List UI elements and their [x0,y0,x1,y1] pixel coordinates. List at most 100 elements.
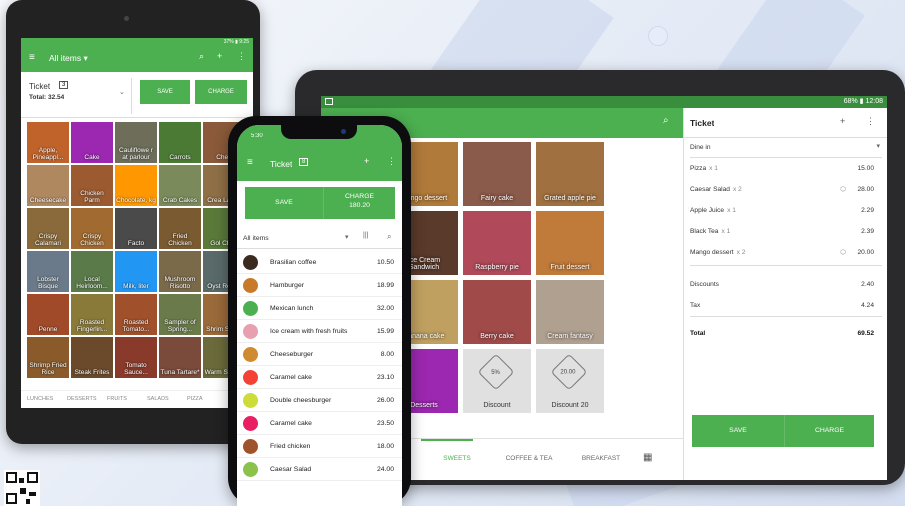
product-tile[interactable]: Fairy cake [463,142,531,206]
menu-icon[interactable]: ≡ [247,157,253,168]
save-button[interactable]: SAVE [140,80,190,104]
item-tile[interactable]: Cauliflowe r at parlour [115,122,157,163]
product-tile-label: Fairy cake [480,195,514,202]
list-item[interactable]: Fried chicken 18.00 [237,435,402,458]
total-row: Total 69.52 [690,330,874,337]
item-tile[interactable]: Local Heirloom... [71,251,113,292]
item-tile[interactable]: Crispy Chicken [71,208,113,249]
save-button[interactable]: SAVE [245,187,323,219]
item-tile[interactable]: Carrots [159,122,201,163]
image-icon [325,98,333,105]
item-tile-label: Sampler of Spring... [164,319,196,333]
item-tile[interactable]: Facto [115,208,157,249]
item-tile[interactable]: Roasted Fingerlin... [71,294,113,335]
list-item[interactable]: Ice cream with fresh fruits 15.99 [237,320,402,343]
phone: 5:30 ≡ Ticket 8 + ⋮ SAVE CHARGE 180.20 A… [228,116,411,506]
charge-button[interactable]: CHARGE [784,415,874,447]
item-name: Hamburger [270,282,304,289]
list-item[interactable]: Caramel cake 23.50 [237,412,402,435]
ticket-line-item[interactable]: Caesar Salad x 2 28.00 ⬡ [690,186,874,193]
list-item[interactable]: Brasilian coffee 10.50 [237,251,402,274]
more-icon[interactable]: ⋮ [237,51,246,62]
search-icon[interactable]: ⌕ [387,232,391,242]
item-price: 24.00 [376,466,394,473]
barcode-scan-icon[interactable]: ||| [363,232,368,239]
item-tile[interactable]: Chocolate, kg [115,165,157,206]
category-tab[interactable]: FRUITS [107,396,127,402]
item-tile[interactable]: Roasted Tomato... [115,294,157,335]
item-tile[interactable]: Sampler of Spring... [159,294,201,335]
item-tile[interactable]: Steak Frites [71,337,113,378]
more-icon[interactable]: ⋮ [387,156,396,167]
item-tile-label: Cheesecake [29,197,67,204]
more-icon[interactable]: ⋮ [866,116,875,127]
items-filter[interactable]: All items [243,235,269,242]
list-item[interactable]: Hamburger 18.99 [237,274,402,297]
product-tile[interactable]: 5% Discount [463,349,531,413]
category-tab[interactable]: LUNCHES [27,396,53,402]
product-tile[interactable]: 20.00 Discount 20 [536,349,604,413]
search-icon[interactable]: ⌕ [199,51,204,62]
item-price: 15.99 [376,328,394,335]
item-tile[interactable]: Cheesecake [27,165,69,206]
item-tile[interactable]: Mushroom Risotto [159,251,201,292]
ticket-count-badge: 3 [59,81,69,89]
item-tile-label: Tomato Sauce... [124,362,148,376]
product-tile[interactable]: Cream fantasy [536,280,604,344]
item-tile-label: Crispy Chicken [80,233,104,247]
item-tile-label: Lobster Bisque [37,276,59,290]
list-item[interactable]: Caesar Salad 24.00 [237,458,402,481]
item-tile[interactable]: Chicken Parm [71,165,113,206]
grid-view-icon[interactable]: ▦ [643,452,652,463]
chevron-down-icon[interactable]: ⌄ [119,88,125,96]
list-item[interactable]: Mexican lunch 32.00 [237,297,402,320]
item-thumbnail [243,370,258,385]
add-customer-icon[interactable]: + [364,156,369,166]
menu-icon[interactable]: ≡ [29,52,35,63]
item-tile[interactable]: Tuna Tartare* [159,337,201,378]
item-price: 32.00 [376,305,394,312]
left-items-filter[interactable]: All items ▾ [49,53,88,64]
item-thumbnail [243,462,258,477]
item-tile[interactable]: Cake [71,122,113,163]
item-price: 23.50 [376,420,394,427]
search-icon[interactable]: ⌕ [663,115,669,126]
list-item[interactable]: Double cheesburger 26.00 [237,389,402,412]
item-tile[interactable]: Tomato Sauce... [115,337,157,378]
category-tab[interactable]: DESSERTS [67,396,97,402]
item-tile[interactable]: Apple, Pineappl... [27,122,69,163]
ticket-line-item[interactable]: Apple Juice x 1 2.29 [690,207,874,214]
item-tile[interactable]: Penne [27,294,69,335]
ticket-line-item[interactable]: Mango dessert x 2 20.00 ⬡ [690,249,874,256]
category-tab[interactable]: PIZZA [187,396,203,402]
item-tile[interactable]: Fried Chicken [159,208,201,249]
item-tile[interactable]: Shrimp Fried Rice [27,337,69,378]
charge-button[interactable]: CHARGE 180.20 [323,187,395,219]
add-customer-icon[interactable]: + [217,51,222,61]
item-tile[interactable]: Crispy Calamari [27,208,69,249]
list-item[interactable]: Cheeseburger 8.00 [237,343,402,366]
dining-option-value: Dine in [690,144,711,151]
item-tile-label: Crab Cakes [162,197,198,204]
item-tile[interactable]: Lobster Bisque [27,251,69,292]
dining-option-select[interactable]: Dine in ▾ [690,138,882,158]
category-tab[interactable]: SALADS [147,396,169,402]
item-tile[interactable]: Milk, liter [115,251,157,292]
product-tile-label: Berry cake [480,333,514,340]
item-name: Caramel cake [270,374,312,381]
save-button[interactable]: SAVE [692,415,784,447]
ticket-line-item[interactable]: Pizza x 1 15.00 [690,165,874,172]
add-customer-icon[interactable]: + [840,116,845,126]
ticket-line-item[interactable]: Black Tea x 1 2.39 [690,228,874,235]
category-tab[interactable]: COFFEE & TEA [493,455,565,462]
item-tile-label: Fried Chicken [168,233,192,247]
product-tile[interactable]: Raspberry pie [463,211,531,275]
product-tile[interactable]: Grated apple pie [536,142,604,206]
category-tab[interactable]: SWEETS [421,455,493,462]
charge-button[interactable]: CHARGE [195,80,247,104]
product-tile[interactable]: Fruit dessert [536,211,604,275]
list-item[interactable]: Caramel cake 23.10 [237,366,402,389]
product-tile[interactable]: Berry cake [463,280,531,344]
item-tile[interactable]: Crab Cakes [159,165,201,206]
category-tab[interactable]: BREAKFAST [565,455,637,462]
